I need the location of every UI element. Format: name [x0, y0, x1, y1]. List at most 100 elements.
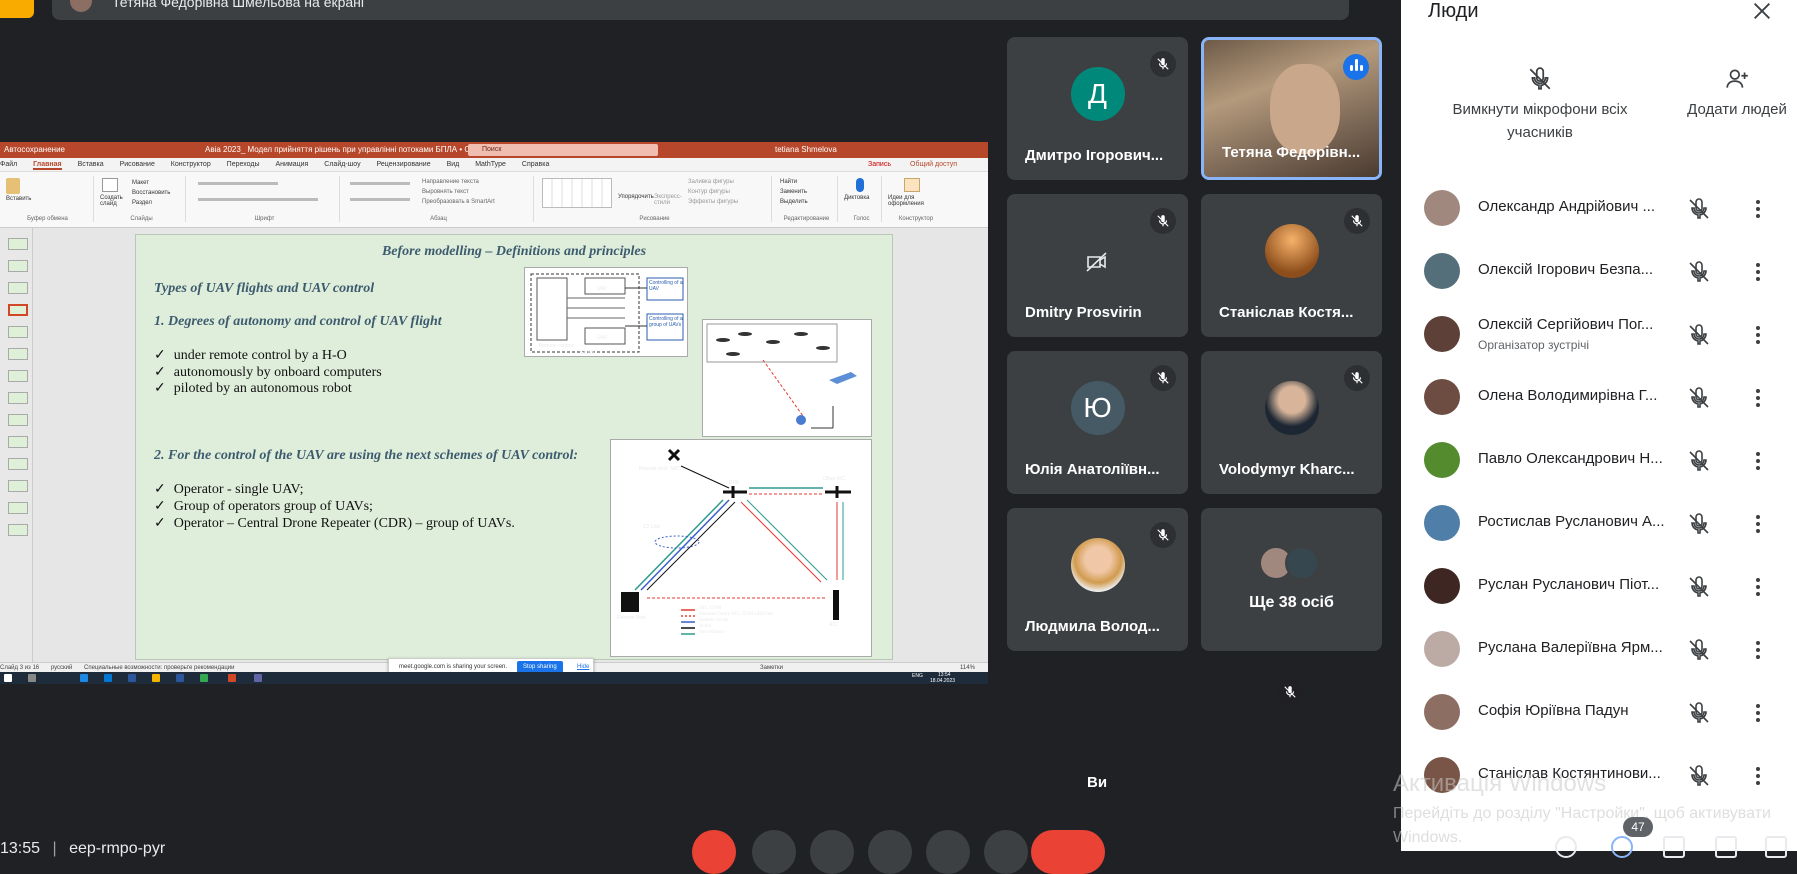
more-options-icon[interactable]	[1746, 197, 1770, 226]
windows-start-icon	[4, 674, 12, 682]
raise-hand-button[interactable]	[926, 830, 970, 874]
slide-counter: Слайд 3 из 16	[0, 665, 40, 671]
more-participants-label: Ще 38 осіб	[1249, 594, 1334, 611]
mic-toggle-button[interactable]	[692, 830, 736, 874]
more-participants-tile[interactable]: Ще 38 осіб	[1201, 508, 1382, 651]
select-label: Выделить	[780, 199, 808, 205]
mic-off-icon[interactable]	[1687, 449, 1711, 478]
mute-all-button[interactable]: Вимкнути мікрофони всіх учасників	[1436, 66, 1644, 144]
more-options-icon[interactable]	[1746, 260, 1770, 289]
participant-name: Станіслав Костя...	[1219, 304, 1354, 321]
speaking-indicator-icon	[1343, 54, 1369, 80]
participant-video-person	[1270, 64, 1340, 154]
more-options-icon[interactable]	[1746, 323, 1770, 352]
mic-off-icon[interactable]	[1687, 638, 1711, 667]
legend-item: Surveillance	[699, 630, 724, 635]
mic-off-icon[interactable]	[1687, 260, 1711, 289]
add-people-button[interactable]: Додати людей	[1687, 66, 1787, 121]
powerpoint-ribbon-tabs: Файл Главная Вставка Рисование Конструкт…	[0, 158, 988, 172]
diagram-label-uav: UAV	[597, 335, 607, 341]
tab-animation: Анимация	[275, 161, 309, 168]
end-call-button[interactable]	[1031, 830, 1105, 874]
participant-tile-speaking[interactable]: Тетяна Федорівн...	[1201, 37, 1382, 180]
more-options-icon[interactable]	[1746, 701, 1770, 730]
people-panel-title: Люди	[1428, 0, 1479, 22]
more-options-icon[interactable]	[1746, 512, 1770, 541]
microphone-icon	[856, 178, 864, 192]
tab-view: Вид	[446, 161, 460, 168]
find-label: Найти	[780, 179, 798, 185]
participant-tile[interactable]: Ю Юлія Анатоліївн...	[1007, 351, 1188, 494]
participant-avatar	[1424, 190, 1460, 226]
comm-label-atc: ATC	[829, 622, 839, 628]
tab-transitions: Переходы	[226, 161, 260, 168]
participant-row[interactable]: Олександр Андрійович ...	[1424, 177, 1774, 240]
info-icon[interactable]	[1555, 836, 1577, 858]
taskbar-date: 18.04.2023	[930, 678, 956, 684]
ribbon-group-label: Шрифт	[254, 216, 275, 222]
language-indicator: русский	[50, 665, 73, 671]
participant-row-name: Руслана Валеріївна Ярм...	[1478, 639, 1663, 656]
more-options-button[interactable]	[984, 830, 1028, 874]
participant-row[interactable]: Олексій Сергійович Пог... Організатор зу…	[1424, 303, 1774, 366]
close-icon[interactable]	[1751, 0, 1773, 22]
participant-row[interactable]: Олена Володимирівна Г...	[1424, 366, 1774, 429]
tab-draw: Рисование	[119, 161, 155, 168]
chat-icon[interactable]	[1663, 836, 1685, 858]
comm-legend: ATC COM Potential future ATC COM GRD lin…	[699, 606, 774, 636]
designer-icon	[904, 178, 920, 192]
participant-avatar	[1070, 538, 1125, 592]
diagram-label-uav: UAV	[597, 286, 607, 292]
mic-off-icon[interactable]	[1687, 512, 1711, 541]
mic-off-icon[interactable]	[1687, 764, 1711, 793]
more-options-icon[interactable]	[1746, 638, 1770, 667]
mute-all-label: Вимкнути мікрофони всіх учасників	[1452, 101, 1628, 141]
participant-row[interactable]: Ростислав Русланович А...	[1424, 492, 1774, 555]
lock-icon[interactable]	[1765, 836, 1787, 858]
mic-off-icon[interactable]	[1687, 197, 1711, 226]
mic-off-icon[interactable]	[1687, 701, 1711, 730]
people-icon[interactable]	[1611, 836, 1633, 858]
more-options-icon[interactable]	[1746, 386, 1770, 415]
self-name: Ви	[1087, 774, 1108, 791]
participant-avatar	[1424, 379, 1460, 415]
diagram-label-guas: GUAS	[580, 350, 595, 356]
mic-off-icon	[1344, 365, 1370, 391]
mic-off-icon[interactable]	[1687, 386, 1711, 415]
participant-row[interactable]: Руслана Валеріївна Ярм...	[1424, 618, 1774, 681]
captions-button[interactable]	[810, 830, 854, 874]
present-button[interactable]	[868, 830, 912, 874]
participant-tile[interactable]: Д Дмитро Ігорович...	[1007, 37, 1188, 180]
uav-control-block-diagram: UAV UAV GUAS Remote control Controlling …	[524, 267, 688, 357]
powerpoint-user: tetiana Shmelova	[775, 145, 837, 154]
mic-off-icon[interactable]	[1687, 575, 1711, 604]
add-person-icon	[1726, 69, 1748, 88]
camera-toggle-button[interactable]	[752, 830, 796, 874]
participant-tile[interactable]: Станіслав Костя...	[1201, 194, 1382, 337]
participant-row-name: Руслан Русланович Піот...	[1478, 576, 1660, 593]
new-slide-icon	[102, 178, 118, 192]
participant-row[interactable]: Павло Олександрович Н...	[1424, 429, 1774, 492]
teams-icon	[254, 674, 262, 682]
participant-row[interactable]: Софія Юріївна Падун	[1424, 681, 1774, 744]
presenter-banner-text: Тетяна Федорівна Шмельова на екрані	[112, 0, 365, 10]
ribbon-font: Шрифт	[190, 176, 340, 222]
more-options-icon[interactable]	[1746, 449, 1770, 478]
ribbon-voice: Диктовка Голос	[842, 176, 882, 222]
meeting-code: eep-rmpo-pyr	[69, 840, 166, 857]
tab-slideshow: Слайд-шоу	[324, 161, 361, 168]
participant-row[interactable]: Руслан Русланович Піот...	[1424, 555, 1774, 618]
more-options-icon[interactable]	[1746, 575, 1770, 604]
activities-icon[interactable]	[1715, 836, 1737, 858]
self-tile[interactable]: Ви	[1069, 665, 1323, 807]
participant-row[interactable]: Олексій Ігорович Безпа...	[1424, 240, 1774, 303]
participant-name: Volodymyr Kharc...	[1219, 461, 1355, 478]
participant-tile[interactable]: Volodymyr Kharc...	[1201, 351, 1382, 494]
participant-tile[interactable]: Dmitry Prosvirin	[1007, 194, 1188, 337]
presenter-avatar	[70, 0, 92, 12]
mic-off-icon[interactable]	[1687, 323, 1711, 352]
more-options-icon[interactable]	[1746, 764, 1770, 793]
tab-design: Конструктор	[170, 161, 211, 168]
participant-tile[interactable]: Людмила Волод...	[1007, 508, 1188, 651]
smartart-label: Преобразовать в SmartArt	[422, 199, 495, 205]
